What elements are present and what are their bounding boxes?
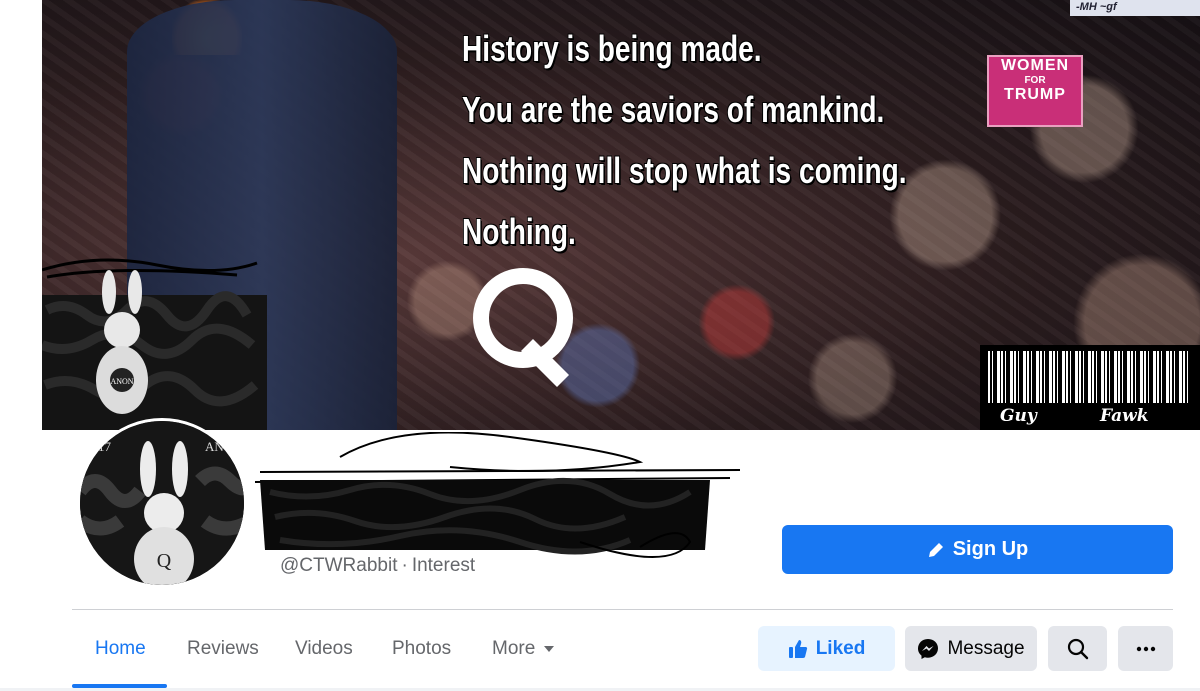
tab-photos[interactable]: Photos xyxy=(392,638,451,660)
sign-up-button[interactable]: Sign Up xyxy=(782,525,1173,574)
tab-more[interactable]: More xyxy=(492,638,555,660)
pencil-icon xyxy=(928,542,943,557)
barcode-label-right: Fawk xyxy=(1100,406,1149,426)
tab-reviews[interactable]: Reviews xyxy=(187,638,259,660)
page-handle-line: @CTWRabbit · Interest xyxy=(280,555,475,577)
avatar-text-left: 17 xyxy=(98,439,112,454)
sign-up-label: Sign Up xyxy=(952,538,1029,560)
quote-line-4: Nothing. xyxy=(462,211,576,252)
quote-line-3: Nothing will stop what is coming. xyxy=(462,150,907,191)
handle-separator: · xyxy=(401,555,408,576)
avatar-text-right: ANO xyxy=(205,439,233,454)
message-label: Message xyxy=(947,637,1025,659)
women-for-trump-sign: WOMEN FOR TRUMP xyxy=(987,55,1083,127)
header-divider xyxy=(72,609,1173,610)
search-icon xyxy=(1067,638,1088,659)
barcode-bars xyxy=(988,351,1192,403)
page-category: Interest xyxy=(411,555,476,576)
rabbit-avatar-icon: Q 17 ANO xyxy=(80,421,244,585)
more-actions-button[interactable] xyxy=(1118,626,1173,671)
search-button[interactable] xyxy=(1048,626,1107,671)
ellipsis-icon xyxy=(1136,646,1155,651)
tab-videos[interactable]: Videos xyxy=(295,638,353,660)
messenger-icon xyxy=(918,638,939,659)
tab-home[interactable]: Home xyxy=(95,638,146,660)
watermark-label: -MH ~gf xyxy=(1070,0,1200,16)
caret-down-icon xyxy=(544,646,555,652)
cover-photo[interactable]: History is being made. You are the savio… xyxy=(42,0,1200,430)
rabbit-patch-icon: ANON xyxy=(96,270,148,414)
liked-label: Liked xyxy=(815,637,866,659)
thumbs-up-icon xyxy=(788,639,807,658)
q-logo-icon xyxy=(473,268,573,388)
cover-quote: History is being made. You are the savio… xyxy=(462,18,1032,262)
tab-more-label: More xyxy=(492,638,536,659)
page-name-redacted xyxy=(250,431,750,572)
quote-line-2: You are the saviors of mankind. xyxy=(462,89,885,130)
liked-button[interactable]: Liked xyxy=(758,626,895,671)
page-handle: @CTWRabbit xyxy=(280,555,398,576)
barcode-graphic: Guy Fawk xyxy=(980,345,1200,430)
svg-text:ANON: ANON xyxy=(110,377,133,386)
redaction-scribble-name xyxy=(254,431,741,558)
quote-line-1: History is being made. xyxy=(462,28,762,69)
svg-text:Q: Q xyxy=(157,550,172,572)
message-button[interactable]: Message xyxy=(905,626,1037,671)
barcode-label-left: Guy xyxy=(1000,406,1037,426)
profile-avatar[interactable]: Q 17 ANO xyxy=(77,418,247,588)
